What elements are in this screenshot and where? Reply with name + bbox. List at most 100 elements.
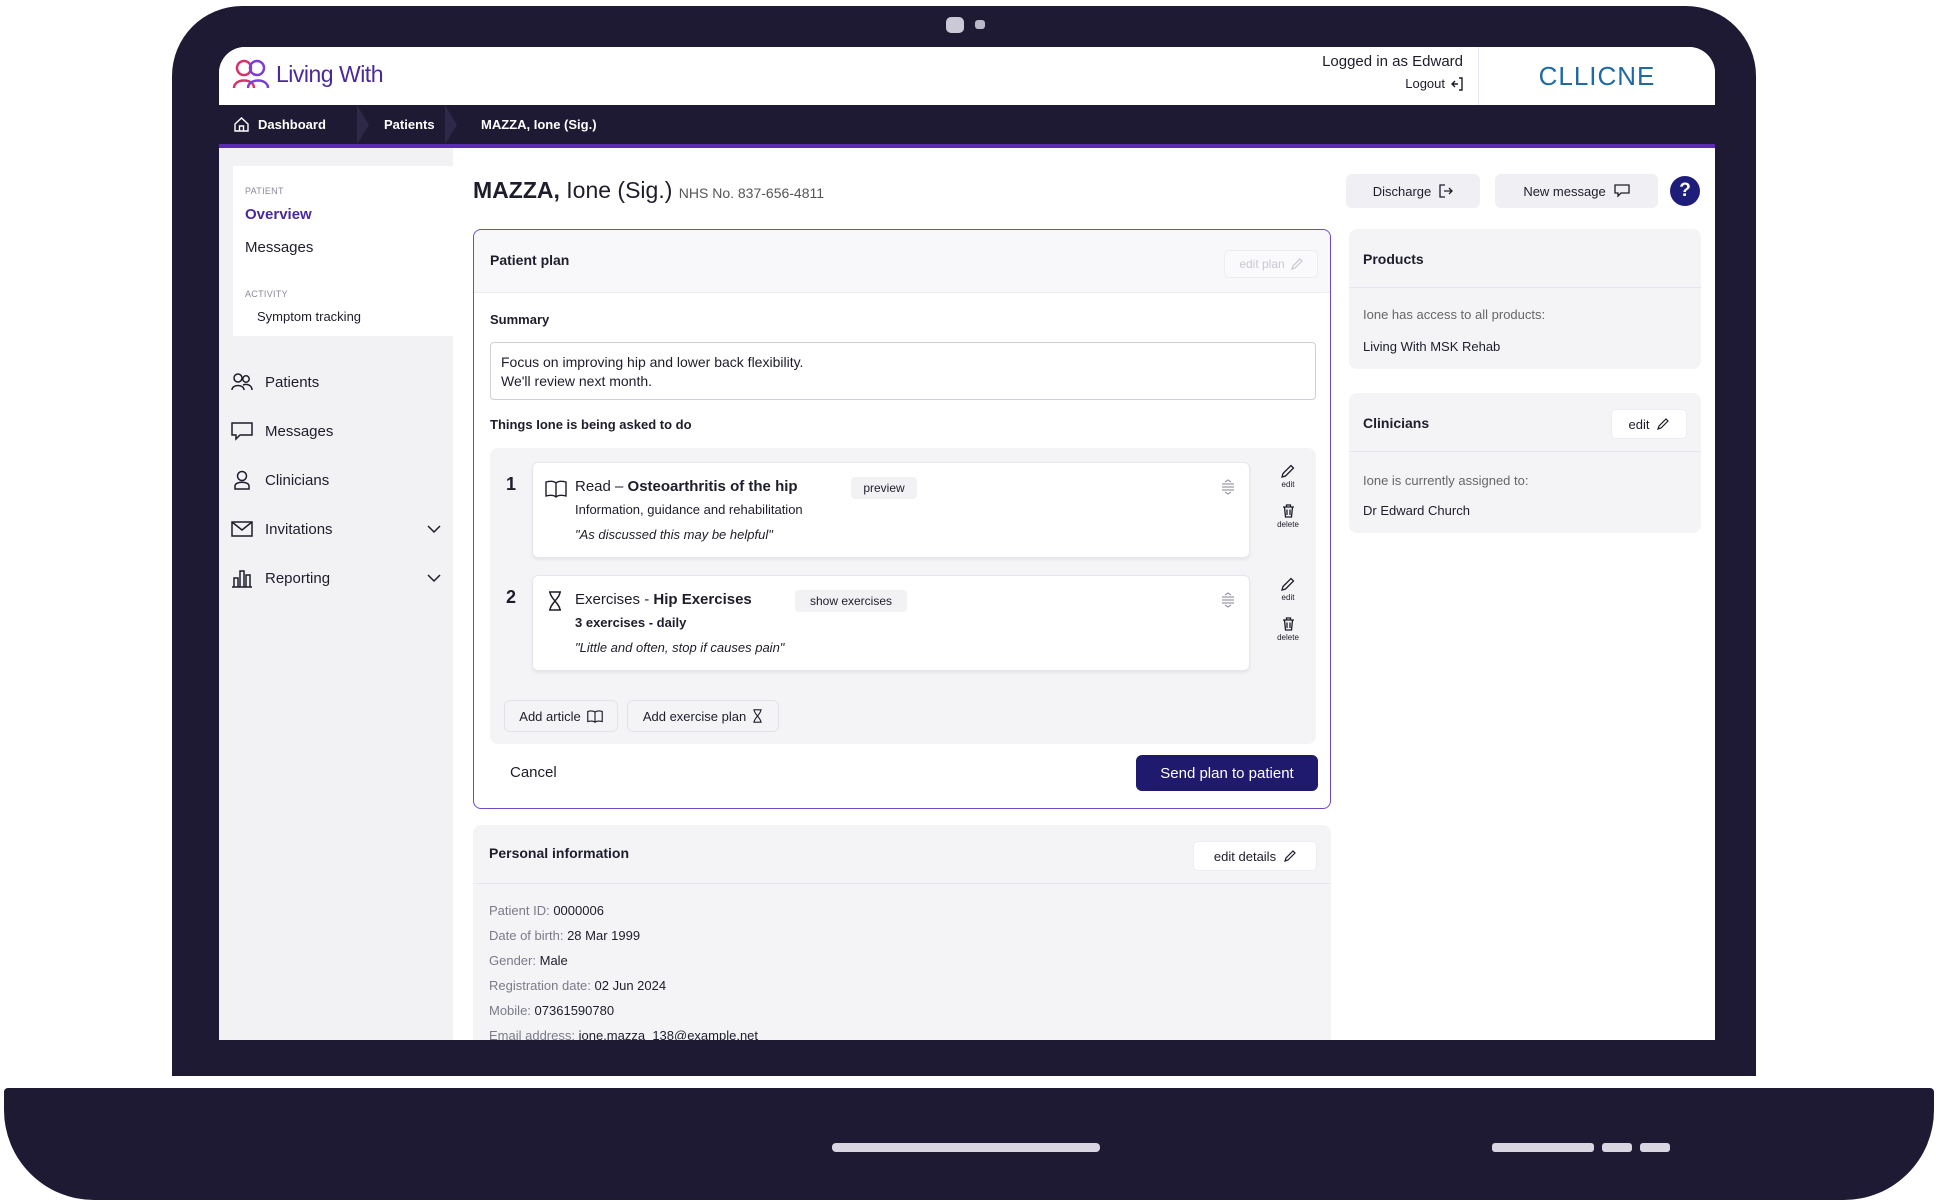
chevron-down-icon	[427, 524, 441, 533]
info-row: Registration date: 02 Jun 2024	[489, 978, 666, 993]
section-label-activity: ACTIVITY	[245, 289, 288, 299]
delete-label: delete	[1277, 633, 1299, 642]
hourglass-icon	[753, 709, 762, 723]
add-article-button[interactable]: Add article	[504, 700, 618, 732]
living-with-logo-icon	[232, 59, 270, 89]
edit-plan-label: edit plan	[1239, 257, 1285, 271]
breadcrumb-patients[interactable]: Patients	[384, 105, 435, 144]
camera-light-icon	[975, 20, 985, 29]
plan-header: Patient plan edit plan	[474, 230, 1330, 293]
clinician-icon	[234, 470, 250, 490]
patient-given-name: Ione (Sig.)	[566, 177, 673, 203]
sidebar-item-label: Patients	[265, 373, 320, 391]
edit-clinicians-button[interactable]: edit	[1611, 409, 1687, 439]
info-value: 07361590780	[534, 1003, 615, 1018]
sidebar-item-invitations[interactable]: Invitations	[231, 519, 441, 539]
info-key: Patient ID:	[489, 903, 550, 918]
summary-label: Summary	[490, 312, 550, 327]
drag-handle-icon[interactable]	[1221, 479, 1235, 495]
edit-plan-button[interactable]: edit plan	[1224, 250, 1318, 278]
info-row: Gender: Male	[489, 953, 568, 968]
delete-label: delete	[1277, 520, 1299, 529]
info-value: ione.mazza_138@example.net	[578, 1028, 759, 1040]
task-item[interactable]: Read – Osteoarthritis of the hip preview…	[532, 462, 1250, 558]
info-value: Male	[539, 953, 568, 968]
breadcrumb: Dashboard Patients MAZZA, Ione (Sig.)	[219, 105, 1715, 148]
message-icon	[1614, 184, 1630, 198]
show-exercises-button[interactable]: show exercises	[795, 590, 907, 612]
breadcrumb-dashboard[interactable]: Dashboard	[233, 105, 359, 144]
logout-label: Logout	[1405, 76, 1445, 91]
clinicians-header: Clinicians edit	[1349, 393, 1701, 452]
task-edit-button[interactable]: edit	[1270, 577, 1306, 602]
subnav-overview[interactable]: Overview	[245, 206, 312, 223]
task-separator: –	[610, 478, 628, 495]
app-name: Living With	[276, 60, 383, 87]
breadcrumb-patients-label: Patients	[384, 117, 435, 132]
info-row: Mobile: 07361590780	[489, 1003, 614, 1018]
edit-label: edit	[1281, 480, 1295, 489]
info-key: Gender:	[489, 953, 536, 968]
clinic-brand: CLLICNE	[1478, 47, 1715, 105]
send-plan-button[interactable]: Send plan to patient	[1136, 755, 1318, 791]
patient-plan-card: Patient plan edit plan Summary Focus on …	[473, 229, 1331, 809]
help-button[interactable]: ?	[1670, 176, 1700, 206]
info-value: 28 Mar 1999	[567, 928, 641, 943]
nhs-number: NHS No. 837-656-4811	[678, 185, 825, 201]
products-card: Products Ione has access to all products…	[1349, 229, 1701, 369]
task-name: Hip Exercises	[653, 591, 752, 608]
task-delete-button[interactable]: delete	[1270, 504, 1306, 529]
message-icon	[231, 422, 253, 441]
page-title: MAZZA, Ione (Sig.) NHS No. 837-656-4811	[473, 177, 824, 204]
add-exercise-plan-button[interactable]: Add exercise plan	[627, 700, 779, 732]
new-message-button[interactable]: New message	[1495, 174, 1658, 208]
edit-details-button[interactable]: edit details	[1193, 841, 1317, 871]
task-note: "Little and often, stop if causes pain"	[575, 640, 785, 655]
info-row: Patient ID: 0000006	[489, 903, 604, 918]
edit-details-label: edit details	[1213, 848, 1277, 864]
task-title: Read – Osteoarthritis of the hip	[575, 478, 798, 495]
task-type: Read	[575, 478, 611, 495]
personal-info-title: Personal information	[489, 845, 630, 861]
sidebar-item-label: Reporting	[265, 569, 331, 587]
logout-icon	[1451, 76, 1463, 91]
sidebar-item-patients[interactable]: Patients	[231, 372, 441, 392]
breadcrumb-separator	[445, 105, 457, 144]
drag-handle-icon[interactable]	[1221, 592, 1235, 608]
subnav-messages[interactable]: Messages	[245, 239, 313, 256]
plan-title: Patient plan	[490, 252, 570, 268]
task-edit-button[interactable]: edit	[1270, 464, 1306, 489]
task-subtitle: Information, guidance and rehabilitation	[575, 502, 803, 517]
task-subtitle: 3 exercises - daily	[575, 615, 687, 630]
help-icon: ?	[1679, 180, 1691, 201]
laptop-notch	[832, 1143, 1100, 1152]
exit-icon	[1439, 184, 1454, 198]
sidebar-item-messages[interactable]: Messages	[231, 421, 441, 441]
sidebar-item-label: Messages	[265, 422, 334, 440]
logout-link[interactable]: Logout	[1322, 76, 1463, 91]
chevron-down-icon	[427, 573, 441, 582]
top-bar: Living With Logged in as Edward Logout C…	[219, 47, 1715, 105]
sidebar-item-clinicians[interactable]: Clinicians	[231, 470, 441, 490]
summary-textarea[interactable]: Focus on improving hip and lower back fl…	[490, 342, 1316, 400]
book-icon	[545, 480, 567, 498]
app-logo[interactable]: Living With	[232, 59, 383, 89]
logged-in-text: Logged in as Edward	[1322, 53, 1463, 70]
cancel-button[interactable]: Cancel	[510, 764, 557, 781]
pencil-icon	[1284, 850, 1296, 862]
preview-button[interactable]: preview	[851, 477, 917, 499]
info-row: Date of birth: 28 Mar 1999	[489, 928, 640, 943]
info-value: 0000006	[553, 903, 604, 918]
hourglass-icon	[549, 591, 561, 611]
things-label: Things Ione is being asked to do	[490, 417, 692, 432]
clinicians-title: Clinicians	[1363, 415, 1430, 431]
task-item[interactable]: Exercises - Hip Exercises show exercises…	[532, 575, 1250, 671]
add-article-label: Add article	[519, 708, 581, 724]
laptop-vents	[1492, 1143, 1670, 1152]
subnav-symptom-tracking[interactable]: Symptom tracking	[257, 309, 361, 324]
pencil-icon	[1290, 258, 1303, 270]
discharge-button[interactable]: Discharge	[1346, 174, 1480, 208]
sidebar-item-reporting[interactable]: Reporting	[231, 568, 441, 588]
task-delete-button[interactable]: delete	[1270, 617, 1306, 642]
breadcrumb-current-patient: MAZZA, Ione (Sig.)	[481, 105, 597, 144]
